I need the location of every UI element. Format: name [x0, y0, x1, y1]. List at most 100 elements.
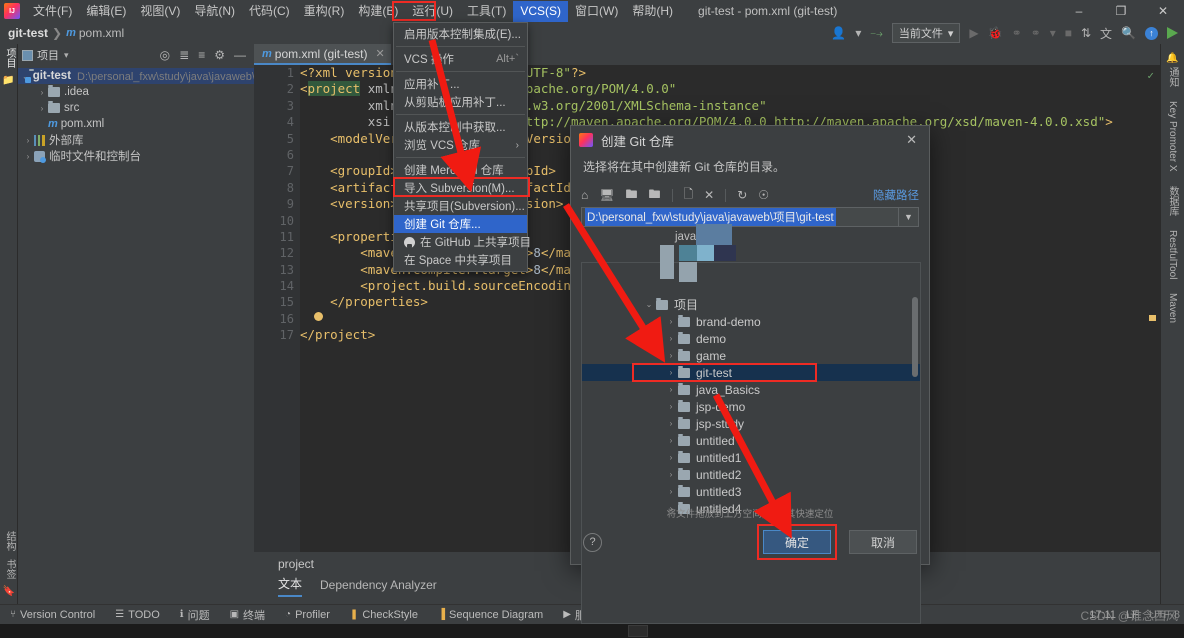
vcs-menu-item[interactable]: VCS 操作 Alt+`: [394, 50, 527, 68]
search-icon[interactable]: 🔍: [1121, 26, 1136, 40]
project-tree-row[interactable]: ⌄ git-test D:\personal_fxw\study\java\java…: [18, 68, 266, 84]
status-bar-item[interactable]: ◔ Profiler: [275, 609, 340, 621]
status-bar-item[interactable]: ℹ 问题: [170, 607, 220, 623]
menu-item-0[interactable]: 文件(F): [26, 1, 79, 22]
show-hidden-files-icon[interactable]: ☉: [758, 188, 769, 202]
menu-item-9[interactable]: VCS(S): [513, 0, 569, 22]
tree-expand-arrow-icon[interactable]: ›: [22, 136, 34, 145]
updates-icon[interactable]: ⇅: [1081, 26, 1091, 40]
user-icon[interactable]: 👤: [831, 26, 846, 40]
vcs-menu-item[interactable]: 应用补丁...: [394, 75, 527, 93]
path-input[interactable]: D:\personal_fxw\study\java\javaweb\项目\gi…: [581, 207, 899, 227]
sidebar-item-maven[interactable]: Maven: [1167, 293, 1178, 323]
tree-expand-arrow-icon[interactable]: ›: [664, 334, 678, 343]
menu-item-2[interactable]: 视图(V): [133, 1, 187, 22]
menu-item-1[interactable]: 编辑(E): [79, 1, 133, 22]
directory-tree[interactable]: ⌄ 项目 › brand-demo › demo › game › git-test › java_B…: [581, 262, 921, 624]
dialog-tree-scrollbar[interactable]: [912, 297, 918, 377]
path-input-row[interactable]: D:\personal_fxw\study\java\javaweb\项目\gi…: [571, 207, 929, 227]
run-icon[interactable]: ▶: [969, 26, 978, 40]
delete-icon[interactable]: ✕: [704, 188, 714, 202]
menu-item-3[interactable]: 导航(N): [187, 1, 242, 22]
vcs-menu-item[interactable]: 从版本控制中获取...: [394, 118, 527, 136]
vcs-menu-item[interactable]: 共享项目(Subversion)...: [394, 197, 527, 215]
cancel-button[interactable]: 取消: [849, 530, 917, 554]
main-toolbar[interactable]: 👤 ▾ ⤍ 当前文件 ▾ ▶ 🐞 ⚭ ⚭ ▾ ■ ⇅ 文 🔍 ↑: [831, 23, 1184, 43]
sidebar-item-notifications[interactable]: 通知: [1165, 67, 1180, 87]
profile-icon[interactable]: ⚭: [1031, 26, 1041, 40]
hide-path-link[interactable]: 隐藏路径: [873, 187, 919, 203]
breadcrumb-file[interactable]: pom.xml: [79, 26, 124, 40]
directory-tree-row[interactable]: › untitled1: [582, 449, 920, 466]
menu-item-5[interactable]: 重构(R): [297, 1, 352, 22]
vcs-menu-item[interactable]: 在 Space 中共享项目: [394, 251, 527, 269]
directory-tree-row[interactable]: ⌄ 项目: [582, 296, 920, 313]
vcs-dropdown-menu[interactable]: 启用版本控制集成(E)... VCS 操作 Alt+` 应用补丁... 从剪贴板应用补丁…: [393, 22, 531, 272]
account-icon[interactable]: ↑: [1145, 26, 1158, 40]
debug-icon[interactable]: 🐞: [988, 26, 1003, 40]
desktop-icon[interactable]: 🖥: [599, 188, 614, 202]
translate-icon[interactable]: 文: [1100, 25, 1112, 42]
tree-expand-arrow-icon[interactable]: ›: [664, 419, 678, 428]
intention-bulb-icon[interactable]: [314, 312, 323, 321]
status-bar-item[interactable]: ☰ TODO: [105, 609, 170, 621]
sidebar-item-restful-tool[interactable]: RestfulTool: [1167, 230, 1178, 279]
project-tree-row[interactable]: › 外部库: [18, 132, 254, 148]
vcs-menu-item[interactable]: 创建 Mercurial 仓库: [394, 161, 527, 179]
create-git-repository-dialog[interactable]: 创建 Git 仓库 ✕ 选择将在其中创建新 Git 仓库的目录。 ⌂ 🖥 🖿 🖿…: [570, 125, 930, 624]
collapse-all-icon[interactable]: ≡: [198, 48, 205, 62]
menu-item-7[interactable]: 运行(U): [405, 1, 460, 22]
run-configuration-selector[interactable]: 当前文件 ▾: [891, 23, 961, 43]
module-directory-icon[interactable]: 🖿: [649, 185, 661, 206]
breadcrumb[interactable]: git-test ❯ m pom.xml: [8, 26, 124, 40]
tree-expand-arrow-icon[interactable]: ›: [664, 368, 678, 377]
directory-tree-row[interactable]: › untitled2: [582, 466, 920, 483]
menu-item-8[interactable]: 工具(T): [460, 1, 513, 22]
sidebar-item-database[interactable]: 数据库: [1165, 186, 1180, 216]
home-icon[interactable]: ⌂: [581, 188, 588, 202]
directory-tree-row[interactable]: › java_Basics: [582, 381, 920, 398]
breadcrumb-project[interactable]: git-test: [8, 26, 48, 40]
editor-tab-bar[interactable]: m pom.xml (git-test) ✕: [254, 44, 1160, 65]
close-icon[interactable]: ✕: [902, 132, 921, 148]
minimize-button[interactable]: –: [1058, 0, 1100, 22]
path-history-dropdown[interactable]: ▼: [899, 207, 919, 227]
menu-bar[interactable]: 文件(F) 编辑(E) 视图(V) 导航(N) 代码(C) 重构(R) 构建(B) 运行(U)…: [26, 0, 680, 22]
vcs-menu-item[interactable]: 启用版本控制集成(E)...: [394, 25, 527, 43]
dialog-toolbar[interactable]: ⌂ 🖥 🖿 🖿 🗋 ✕ ↻ ☉ 隐藏路径: [571, 183, 929, 207]
menu-item-6[interactable]: 构建(B): [351, 1, 405, 22]
directory-tree-row[interactable]: › git-test: [582, 364, 920, 381]
sidebar-item-structure[interactable]: 结构: [0, 527, 19, 555]
menu-item-4[interactable]: 代码(C): [242, 1, 297, 22]
sidebar-item-project[interactable]: 项目: [0, 44, 19, 72]
ide-play-icon[interactable]: [1167, 27, 1178, 39]
directory-tree-row[interactable]: › game: [582, 347, 920, 364]
directory-tree-row[interactable]: › untitled3: [582, 483, 920, 500]
tree-expand-arrow-icon[interactable]: ›: [664, 487, 678, 496]
directory-tree-row[interactable]: › brand-demo: [582, 313, 920, 330]
project-tree-row[interactable]: › src: [18, 100, 254, 116]
menu-item-11[interactable]: 帮助(H): [625, 1, 680, 22]
tree-expand-arrow-icon[interactable]: ⌄: [642, 300, 656, 309]
bookmark-icon[interactable]: 🔖: [0, 586, 18, 597]
left-tool-strip[interactable]: 项目 📁 结构 书签 🔖: [0, 44, 18, 604]
locate-icon[interactable]: ◎: [160, 48, 170, 62]
partial-tree-node-java[interactable]: java: [675, 231, 696, 243]
chevron-down-icon[interactable]: ▾: [855, 26, 861, 40]
project-tree-row[interactable]: m pom.xml: [18, 116, 254, 132]
tree-expand-arrow-icon[interactable]: ›: [664, 470, 678, 479]
notifications-bell-icon[interactable]: 🔔: [1166, 53, 1178, 64]
gear-icon[interactable]: ⚙: [214, 48, 225, 62]
stop-icon[interactable]: ■: [1065, 26, 1072, 40]
project-tree-row[interactable]: › .idea: [18, 84, 254, 100]
vcs-menu-item[interactable]: 浏览 VCS 仓库 ›: [394, 136, 527, 154]
tree-expand-arrow-icon[interactable]: ›: [664, 385, 678, 394]
directory-tree-row[interactable]: › demo: [582, 330, 920, 347]
sidebar-item-key-promoter[interactable]: Key Promoter X: [1167, 101, 1178, 172]
tree-expand-arrow-icon[interactable]: ›: [664, 351, 678, 360]
project-tree-row[interactable]: › 临时文件和控制台: [18, 148, 254, 164]
new-folder-icon[interactable]: 🗋: [684, 185, 694, 206]
vcs-menu-item[interactable]: 从剪贴板应用补丁...: [394, 93, 527, 111]
status-bar-item[interactable]: ⑂ Version Control: [0, 609, 105, 621]
project-tree[interactable]: ⌄ git-test D:\personal_fxw\study\java\java…: [18, 66, 266, 164]
